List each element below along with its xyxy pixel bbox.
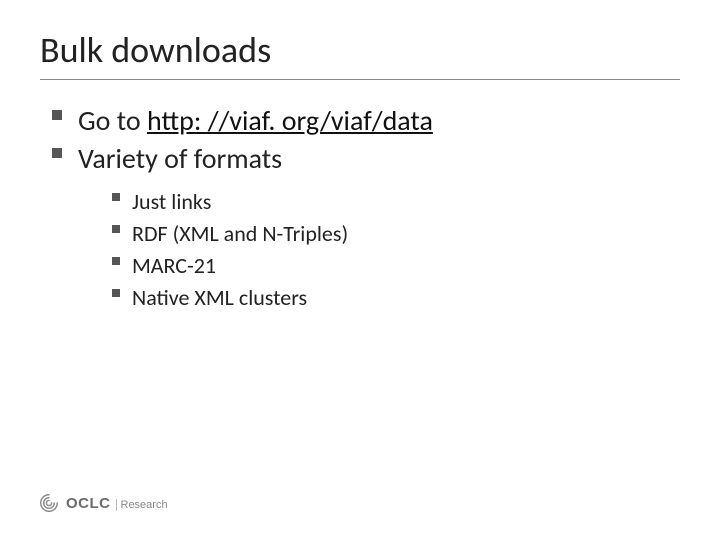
sub-bullet-item: RDF (XML and N-Triples) [112,218,680,250]
sub-bullet-text: MARC-21 [132,252,216,279]
sub-bullet-text: RDF (XML and N-Triples) [132,220,348,247]
footer-logo: OCLC Research [38,492,168,514]
sub-bullet-item: Just links [112,186,680,218]
square-bullet-icon [112,193,120,201]
bullet-text-prefix: Go to [78,103,147,138]
footer-unit: Research [116,499,168,511]
bullet-list: Go to http: //viaf. org/viaf/data Variet… [40,102,680,313]
sub-bullet-item: MARC-21 [112,250,680,282]
bullet-item-formats: Variety of formats Just links RDF (XML a… [52,140,680,313]
viaf-data-link[interactable]: http: //viaf. org/viaf/data [147,103,433,138]
sub-bullet-text: Just links [132,188,211,215]
sub-bullet-item: Native XML clusters [112,282,680,314]
slide: Bulk downloads Go to http: //viaf. org/v… [0,0,720,540]
footer-text: OCLC Research [66,495,168,512]
bullet-item-goto: Go to http: //viaf. org/viaf/data [52,102,680,140]
sub-bullet-list: Just links RDF (XML and N-Triples) MARC-… [78,186,680,314]
footer-org: OCLC [66,495,111,512]
square-bullet-icon [112,257,120,265]
square-bullet-icon [52,148,62,158]
slide-title: Bulk downloads [40,30,680,80]
bullet-text: Variety of formats [78,141,282,176]
sub-bullet-text: Native XML clusters [132,284,307,311]
square-bullet-icon [112,225,120,233]
oclc-spiral-icon [38,492,60,514]
square-bullet-icon [112,289,120,297]
square-bullet-icon [52,110,62,120]
